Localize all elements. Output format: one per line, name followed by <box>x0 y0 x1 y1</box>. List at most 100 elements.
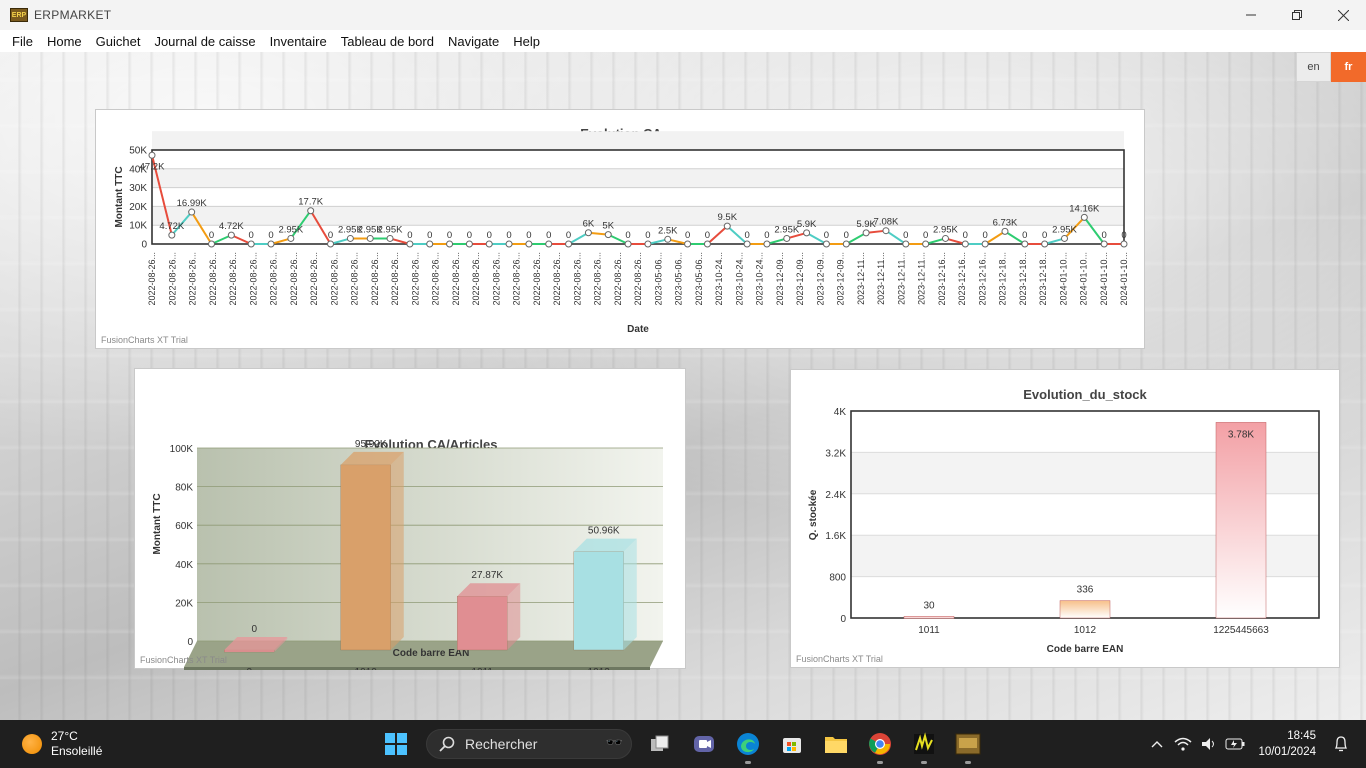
menu-file[interactable]: File <box>5 34 40 49</box>
menu-home[interactable]: Home <box>40 34 89 49</box>
y-tick-label: 100K <box>170 444 194 455</box>
erpmarket-taskbar-button[interactable] <box>954 730 982 764</box>
wifi-icon <box>1174 737 1192 751</box>
x-tick-label: 2022-08-26... <box>370 252 380 306</box>
data-point <box>842 240 850 248</box>
x-tick-label: 2022-08-26... <box>289 252 299 306</box>
minimize-button[interactable] <box>1228 0 1274 30</box>
lang-en-button[interactable]: en <box>1296 52 1331 82</box>
chrome-button[interactable] <box>866 730 894 764</box>
x-tick-label: 2023-12-18... <box>1038 252 1048 306</box>
data-label: 95.92K <box>355 439 387 450</box>
x-tick-label: 2023-12-11... <box>876 252 886 305</box>
data-point <box>922 240 930 248</box>
menu-tableau-de-bord[interactable]: Tableau de bord <box>334 34 441 49</box>
data-label: 17.7K <box>298 197 323 208</box>
menu-guichet[interactable]: Guichet <box>89 34 148 49</box>
data-label: 0 <box>923 230 928 241</box>
edge-button[interactable] <box>734 730 762 764</box>
volume-button[interactable] <box>1198 733 1220 755</box>
clock[interactable]: 18:45 10/01/2024 <box>1258 728 1316 760</box>
data-point <box>1120 240 1128 248</box>
data-label: 0 <box>764 230 769 241</box>
y-tick-label: 40K <box>175 560 193 571</box>
x-tick-label: 2022-08-26... <box>431 252 441 306</box>
x-tick-label: 2023-12-16... <box>977 252 987 306</box>
data-point <box>763 240 771 248</box>
x-tick-label: 1225445663 <box>1213 625 1269 636</box>
data-point <box>822 240 830 248</box>
x-tick-label: 2023-12-18... <box>998 252 1008 306</box>
restore-button[interactable] <box>1274 0 1320 30</box>
x-tick-label: 1012 <box>588 667 611 670</box>
menu-navigate[interactable]: Navigate <box>441 34 506 49</box>
teams-chat-button[interactable] <box>690 730 718 758</box>
y-axis-label: Montant TTC <box>152 493 163 554</box>
data-point <box>644 240 652 248</box>
pinned-app-button[interactable] <box>910 730 938 764</box>
close-button[interactable] <box>1320 0 1366 30</box>
menu-inventaire[interactable]: Inventaire <box>263 34 334 49</box>
x-tick-label: 2023-05-06... <box>674 252 684 306</box>
notifications-button[interactable] <box>1330 733 1352 755</box>
data-point <box>247 240 255 248</box>
data-point <box>366 234 374 242</box>
x-tick-label: 2022-08-26... <box>269 252 279 306</box>
minimize-icon <box>1246 14 1256 16</box>
data-point <box>703 240 711 248</box>
search-label: Rechercher <box>465 736 538 752</box>
x-tick-label: 2023-05-06... <box>653 252 663 306</box>
data-label: 0 <box>251 624 257 635</box>
x-tick-label: 2022-08-26... <box>613 252 623 306</box>
battery-button[interactable] <box>1224 733 1246 755</box>
lang-fr-button[interactable]: fr <box>1331 52 1366 82</box>
y-tick-label: 800 <box>829 573 846 584</box>
y-tick-label: 10K <box>129 221 147 232</box>
data-label: 0 <box>963 230 968 241</box>
data-point <box>525 240 533 248</box>
start-button[interactable] <box>382 730 410 758</box>
evolution-ca-svg: Evolution CA010K20K30K40K50KMontant TTCD… <box>114 126 1129 335</box>
data-label: 50.96K <box>588 526 620 537</box>
y-tick-label: 2.4K <box>825 490 846 501</box>
menu-journal-de-caisse[interactable]: Journal de caisse <box>147 34 262 49</box>
y-tick-label: 3.2K <box>825 448 846 459</box>
wifi-button[interactable] <box>1172 733 1194 755</box>
data-point <box>307 207 315 215</box>
task-view-button[interactable] <box>646 730 674 758</box>
data-point <box>723 222 731 230</box>
data-point <box>1001 227 1009 235</box>
x-tick-label: 1012 <box>1074 625 1097 636</box>
y-tick-label: 80K <box>175 483 193 494</box>
y-axis-label: Montant TTC <box>114 166 125 227</box>
x-tick-label: 1010 <box>355 667 378 670</box>
menu-bar: File Home Guichet Journal de caisse Inve… <box>0 30 1366 52</box>
bar <box>903 616 955 619</box>
store-button[interactable] <box>778 730 806 758</box>
data-label: 3.78K <box>1228 429 1254 440</box>
data-label: 0 <box>824 230 829 241</box>
sun-icon <box>22 734 42 754</box>
bar <box>573 551 624 651</box>
chart-watermark: FusionCharts XT Trial <box>140 655 227 665</box>
data-point <box>941 234 949 242</box>
x-tick-label: 2023-10-24... <box>714 252 724 306</box>
data-label: 16.99K <box>177 198 208 209</box>
erpmarket-icon <box>955 733 981 755</box>
show-hidden-icons-button[interactable] <box>1146 733 1168 755</box>
task-view-icon <box>651 735 669 751</box>
data-point <box>1080 213 1088 221</box>
data-point <box>584 229 592 237</box>
data-point <box>565 240 573 248</box>
dashboard-content: en fr Evolution CA010K20K30K40K50KMontan… <box>0 52 1366 720</box>
weather-widget[interactable]: 27°C Ensoleillé <box>22 729 102 759</box>
x-tick-label: 2022-08-26... <box>208 252 218 306</box>
menu-help[interactable]: Help <box>506 34 547 49</box>
taskbar-search[interactable]: Rechercher 🕶️ <box>426 729 632 759</box>
x-tick-label: 2022-08-26... <box>491 252 501 306</box>
data-label: 0 <box>249 230 254 241</box>
grid-band <box>152 168 1124 188</box>
chrome-icon <box>869 733 891 755</box>
data-label: 14.16K <box>1069 203 1100 214</box>
file-explorer-button[interactable] <box>822 730 850 758</box>
